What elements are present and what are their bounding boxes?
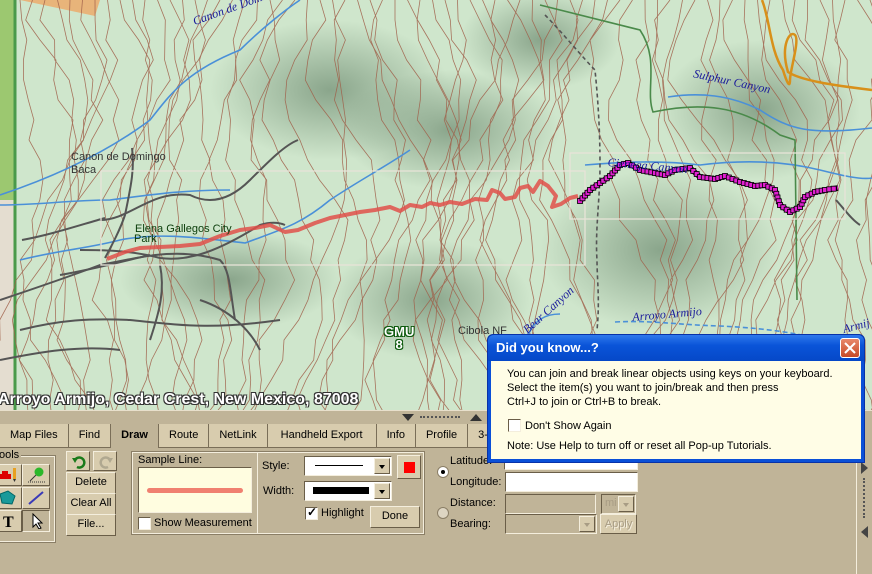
dont-show-again-label: Don't Show Again	[525, 420, 612, 432]
sample-line-label: Sample Line:	[138, 454, 203, 466]
dialog-close-button[interactable]	[840, 338, 860, 358]
expand-panel-icon[interactable]	[470, 414, 482, 421]
style-label: Style:	[262, 460, 290, 472]
select-tool-button[interactable]	[22, 510, 50, 532]
longitude-input[interactable]	[505, 472, 638, 492]
line-tool-button[interactable]	[22, 487, 50, 509]
show-measurement-checkbox[interactable]	[138, 517, 151, 530]
apply-button[interactable]: Apply	[600, 514, 637, 534]
map-label-place: Baca	[71, 164, 97, 176]
arrow-cursor-icon	[32, 513, 44, 529]
location-text: Arroyo Armijo, Cedar Crest, New Mexico, …	[0, 391, 359, 408]
tab-profile[interactable]: Profile	[415, 424, 469, 448]
route-draw-tool-button[interactable]	[0, 464, 22, 486]
line-color-button[interactable]	[397, 455, 421, 479]
dont-show-again-checkbox[interactable]	[508, 419, 521, 432]
bearing-dropdown-arrow-icon[interactable]	[579, 516, 595, 532]
dialog-message-line2: Select the item(s) you want to join/brea…	[507, 382, 779, 394]
tab-handheld-export[interactable]: Handheld Export	[267, 424, 377, 448]
group-divider	[257, 453, 258, 533]
contour-line	[144, 0, 208, 410]
redo-button[interactable]	[93, 451, 117, 471]
sample-line	[147, 488, 243, 493]
undo-icon	[72, 456, 86, 469]
dialog-message-line3: Ctrl+J to join or Ctrl+B to break.	[507, 396, 662, 408]
dialog-title: Did you know...?	[496, 340, 599, 355]
map-label-park: Park	[134, 233, 157, 245]
location-banner: Arroyo Armijo, Cedar Crest, New Mexico, …	[0, 388, 480, 410]
pushpin-icon	[28, 467, 46, 483]
distance-unit-select[interactable]: mi	[601, 494, 636, 514]
longitude-label: Longitude:	[450, 476, 502, 488]
side-panel-toggle[interactable]	[856, 448, 872, 574]
width-dropdown-arrow-icon[interactable]	[374, 483, 390, 499]
distance-label: Distance:	[450, 497, 496, 509]
tab-draw[interactable]: Draw	[111, 424, 159, 448]
dialog-titlebar[interactable]: Did you know...?	[488, 335, 864, 361]
style-select[interactable]	[304, 456, 392, 476]
collapse-panel-icon[interactable]	[402, 414, 414, 421]
waypoint-tool-button[interactable]	[22, 464, 50, 486]
file-button[interactable]: File...	[66, 514, 116, 536]
map-label-gmu: GMU 8	[384, 325, 414, 351]
undo-button[interactable]	[66, 451, 90, 471]
tab-route[interactable]: Route	[159, 424, 210, 448]
draw-panel: ools T Delete Clear All File... Sample L…	[0, 448, 872, 574]
dialog-body: You can join and break linear objects us…	[491, 361, 861, 459]
tab-map-files[interactable]: Map Files	[0, 424, 69, 448]
dialog-message-line1: You can join and break linear objects us…	[507, 368, 833, 380]
bearing-label: Bearing:	[450, 518, 491, 530]
clear-all-button[interactable]: Clear All	[66, 493, 116, 515]
latlon-radio[interactable]	[437, 466, 449, 478]
done-button[interactable]: Done	[370, 506, 420, 528]
text-tool-button[interactable]: T	[0, 510, 22, 532]
side-grip-icon[interactable]	[863, 478, 865, 518]
contour-line	[119, 0, 200, 410]
did-you-know-dialog: Did you know...? You can join and break …	[487, 334, 865, 463]
svg-text:T: T	[3, 514, 14, 529]
expand-right-icon[interactable]	[861, 462, 868, 474]
tab-find[interactable]: Find	[68, 424, 112, 448]
solid-line-swatch	[315, 465, 363, 466]
distance-unit-value: mi	[605, 497, 617, 509]
collapse-left-icon[interactable]	[861, 526, 868, 538]
width-select[interactable]	[304, 481, 392, 501]
tools-group-title: ools	[0, 449, 22, 461]
polygon-icon	[0, 490, 16, 505]
contour-line	[136, 0, 233, 410]
bearing-select[interactable]	[505, 514, 597, 534]
trail-vertex-handle[interactable]	[830, 185, 837, 192]
latitude-label: Latitude:	[450, 455, 493, 467]
sample-line-preview	[138, 467, 252, 513]
dialog-note: Note: Use Help to turn off or reset all …	[507, 440, 772, 452]
delete-button[interactable]: Delete	[66, 472, 116, 494]
style-dropdown-arrow-icon[interactable]	[374, 458, 390, 474]
redo-icon	[99, 456, 113, 469]
tab-netlink[interactable]: NetLink	[209, 424, 268, 448]
car-pencil-icon	[0, 468, 16, 482]
park-edge	[0, 0, 14, 200]
line-icon	[28, 491, 44, 505]
map-label-place: Canon de Domingo	[71, 151, 166, 163]
show-measurement-label: Show Measurement	[154, 517, 252, 529]
line-color-swatch	[404, 462, 415, 473]
tab-info[interactable]: Info	[376, 424, 416, 448]
distance-input[interactable]	[505, 494, 596, 514]
polygon-tool-button[interactable]	[0, 487, 22, 509]
unit-dropdown-arrow-icon[interactable]	[618, 496, 634, 512]
contour-line	[156, 0, 206, 410]
distance-bearing-radio[interactable]	[437, 507, 449, 519]
width-label: Width:	[263, 485, 295, 497]
splitter-grip-icon[interactable]	[420, 416, 460, 418]
close-icon	[844, 342, 856, 354]
highlight-label: Highlight	[321, 507, 364, 519]
text-icon: T	[3, 514, 14, 529]
highlight-checkbox[interactable]	[305, 505, 318, 520]
thick-line-swatch	[313, 487, 369, 494]
gmu-label-line2: 8	[395, 337, 403, 352]
